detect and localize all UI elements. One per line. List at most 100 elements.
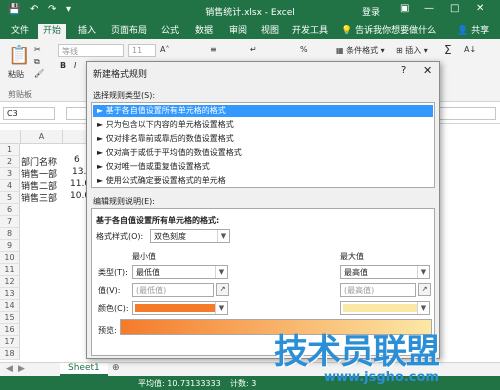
cell-b3[interactable]: 13. bbox=[72, 167, 86, 177]
new-sheet-icon[interactable]: ⊕ bbox=[112, 363, 120, 373]
tab-insert[interactable]: 插入 bbox=[73, 24, 101, 39]
maximum-type-dropdown[interactable]: 最高值 ▼ bbox=[340, 265, 430, 279]
name-box[interactable]: C3 bbox=[3, 107, 55, 120]
row-header[interactable]: 5 bbox=[0, 192, 20, 204]
row-header[interactable]: 9 bbox=[0, 240, 20, 252]
rule-type-item[interactable]: ► 仅对高于或低于平均值的数值设置格式 bbox=[93, 147, 433, 159]
tab-page-layout[interactable]: 页面布局 bbox=[106, 24, 152, 39]
rule-type-item[interactable]: ► 仅对排名靠前或靠后的数值设置格式 bbox=[93, 133, 433, 145]
copy-icon[interactable]: ⧉ bbox=[34, 57, 40, 67]
tab-view[interactable]: 视图 bbox=[256, 24, 284, 39]
type-label: 类型(T): bbox=[98, 268, 128, 277]
row-header[interactable]: 11 bbox=[0, 264, 20, 276]
maximum-color-picker[interactable]: ▼ bbox=[340, 301, 430, 315]
format-painter-icon[interactable]: 🖌 bbox=[34, 69, 44, 78]
row-header[interactable]: 14 bbox=[0, 300, 20, 312]
row-header[interactable]: 7 bbox=[0, 216, 20, 228]
row-header[interactable]: 13 bbox=[0, 288, 20, 300]
scroll-sheets-right-icon[interactable]: ▶ bbox=[18, 364, 25, 374]
redo-icon[interactable]: ↷ bbox=[48, 4, 56, 15]
chevron-down-icon: ▼ bbox=[215, 266, 227, 278]
maximum-color-swatch bbox=[343, 304, 417, 312]
tab-developer[interactable]: 开发工具 bbox=[287, 24, 333, 39]
ribbon-display-options-icon[interactable]: ▣ bbox=[400, 3, 409, 14]
row-header[interactable]: 10 bbox=[0, 252, 20, 264]
row-header[interactable]: 6 bbox=[0, 204, 20, 216]
share-label: 共享 bbox=[471, 26, 490, 36]
sheet-tab-sheet1[interactable]: Sheet1 bbox=[60, 363, 108, 376]
save-icon[interactable]: 💾 bbox=[8, 4, 20, 15]
cell-b2[interactable]: 6 bbox=[74, 155, 80, 165]
row-header[interactable]: 15 bbox=[0, 312, 20, 324]
minimum-color-picker[interactable]: ▼ bbox=[132, 301, 228, 315]
rule-type-text: 仅对排名靠前或靠后的数值设置格式 bbox=[105, 134, 234, 143]
rule-type-item[interactable]: ► 只为包含以下内容的单元格设置格式 bbox=[93, 119, 433, 131]
preview-label: 预览: bbox=[98, 326, 117, 335]
row-header[interactable]: 2 bbox=[0, 156, 20, 168]
dialog-title: 新建格式规则 bbox=[93, 70, 148, 80]
cut-icon[interactable]: ✂ bbox=[34, 45, 41, 54]
font-name-box[interactable]: 等线 bbox=[58, 44, 124, 57]
customize-quick-access-icon[interactable]: ▾ bbox=[66, 4, 71, 15]
tab-file[interactable]: 文件 bbox=[6, 24, 34, 39]
row-header[interactable]: 12 bbox=[0, 276, 20, 288]
rule-type-text: 基于各自值设置所有单元格的格式 bbox=[105, 106, 226, 115]
minimum-value-input[interactable]: (最低值) bbox=[132, 283, 214, 297]
paste-icon[interactable]: 📋 bbox=[8, 45, 30, 66]
sort-filter-icon[interactable]: A↓ bbox=[464, 45, 476, 54]
font-size-box[interactable]: 11 bbox=[128, 44, 156, 57]
autosum-icon[interactable]: Σ bbox=[444, 43, 452, 57]
rule-type-item[interactable]: ► 仅对唯一值或重复值设置格式 bbox=[93, 161, 433, 173]
format-style-dropdown[interactable]: 双色刻度 ▼ bbox=[150, 229, 230, 243]
rule-type-list[interactable]: ► 基于各自值设置所有单元格的格式 ► 只为包含以下内容的单元格设置格式 ► 仅… bbox=[91, 102, 435, 188]
chevron-down-icon: ▼ bbox=[217, 230, 229, 242]
column-header-a[interactable]: A bbox=[21, 130, 63, 144]
login-link[interactable]: 登录 bbox=[362, 5, 380, 18]
close-icon[interactable]: ✕ bbox=[476, 3, 484, 14]
rule-type-text: 只为包含以下内容的单元格设置格式 bbox=[105, 120, 234, 129]
cell-a5[interactable]: 销售三部 bbox=[21, 191, 57, 204]
rule-type-label: 选择规则类型(S): bbox=[93, 91, 156, 100]
minimize-icon[interactable]: — bbox=[424, 3, 434, 14]
row-header[interactable]: 16 bbox=[0, 324, 20, 336]
minimum-type-dropdown[interactable]: 最低值 ▼ bbox=[132, 265, 228, 279]
dialog-close-icon[interactable]: ✕ bbox=[423, 64, 432, 77]
conditional-format-button[interactable]: ▦ 条件格式 ▾ bbox=[336, 45, 385, 56]
value-label: 值(V): bbox=[98, 286, 121, 295]
maximum-value-input[interactable]: (最高值) bbox=[340, 283, 416, 297]
maximize-icon[interactable]: □ bbox=[450, 3, 459, 14]
align-top-icon[interactable]: ≡ bbox=[210, 45, 217, 54]
scroll-sheets-left-icon[interactable]: ◀ bbox=[6, 364, 13, 374]
row-header[interactable]: 17 bbox=[0, 336, 20, 348]
paste-button[interactable]: 粘贴 bbox=[8, 69, 24, 80]
minimum-type-value: 最低值 bbox=[136, 268, 160, 277]
rule-type-item[interactable]: ► 基于各自值设置所有单元格的格式 bbox=[93, 105, 433, 117]
row-header[interactable]: 8 bbox=[0, 228, 20, 240]
minimum-label: 最小值 bbox=[132, 252, 156, 261]
wrap-text-icon[interactable]: ↵ bbox=[250, 45, 257, 54]
row-header[interactable]: 1 bbox=[0, 144, 20, 156]
row-header[interactable]: 3 bbox=[0, 168, 20, 180]
chevron-down-icon: ▼ bbox=[215, 302, 227, 314]
tab-data[interactable]: 数据 bbox=[190, 24, 218, 39]
italic-icon[interactable]: I bbox=[74, 61, 76, 70]
bold-icon[interactable]: B bbox=[60, 61, 66, 70]
tell-me-search[interactable]: 💡 告诉我你想要做什么 bbox=[336, 24, 441, 39]
status-count: 计数: 3 bbox=[230, 379, 257, 388]
rule-type-item[interactable]: ► 使用公式确定要设置格式的单元格 bbox=[93, 175, 433, 187]
rule-type-text: 仅对高于或低于平均值的数值设置格式 bbox=[105, 148, 242, 157]
undo-icon[interactable]: ↶ bbox=[30, 4, 38, 15]
maximum-range-select-icon[interactable]: ↗ bbox=[418, 283, 431, 296]
tab-formulas[interactable]: 公式 bbox=[156, 24, 184, 39]
row-header[interactable]: 4 bbox=[0, 180, 20, 192]
share-button[interactable]: 👤 共享 bbox=[452, 24, 494, 39]
select-all-corner[interactable] bbox=[0, 130, 21, 144]
tab-review[interactable]: 审阅 bbox=[224, 24, 252, 39]
grow-font-icon[interactable]: A˄ bbox=[160, 45, 169, 54]
dialog-help-button[interactable]: ? bbox=[401, 65, 406, 76]
number-format-icon[interactable]: % bbox=[300, 45, 308, 54]
minimum-range-select-icon[interactable]: ↗ bbox=[216, 283, 229, 296]
tab-home[interactable]: 开始 bbox=[38, 24, 67, 39]
insert-cells-button[interactable]: ⊞ 插入 ▾ bbox=[396, 45, 428, 56]
row-header[interactable]: 18 bbox=[0, 348, 20, 360]
